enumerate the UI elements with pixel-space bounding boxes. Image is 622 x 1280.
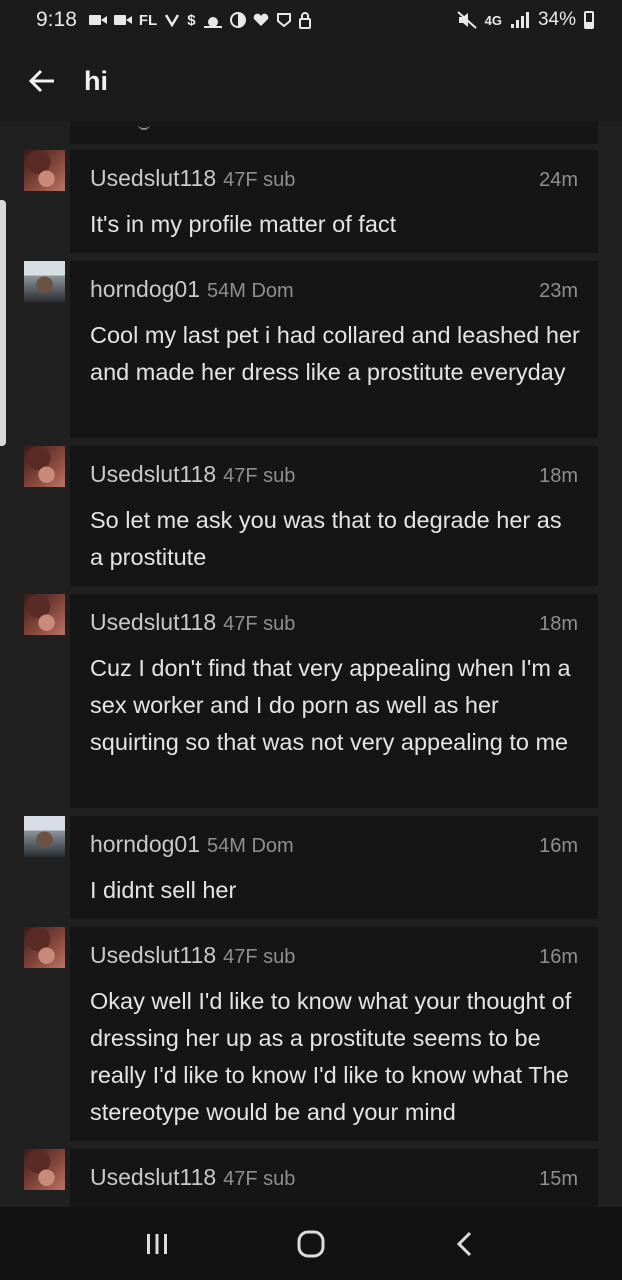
home-icon <box>297 1230 325 1257</box>
user-tag: 54M Dom <box>207 835 294 857</box>
video-icon <box>88 15 107 25</box>
app-bar: hi <box>0 40 622 122</box>
home-button[interactable] <box>281 1214 341 1274</box>
message-bubble: Usedslut118 47F sub 24m It's in my profi… <box>70 150 598 253</box>
username[interactable]: horndog01 <box>90 276 200 303</box>
carrier-label: FL <box>138 11 158 29</box>
heart-icon <box>253 13 268 26</box>
username[interactable]: Usedslut118 <box>90 461 216 488</box>
user-tag: 47F sub <box>223 465 296 487</box>
status-time: 9:18 <box>36 8 77 31</box>
weather-icon <box>203 17 222 28</box>
message-bubble: Usedslut118 47F sub 18m Cuz I don't find… <box>70 594 598 808</box>
message-time: 24m <box>539 169 578 191</box>
message-time: 23m <box>539 280 578 302</box>
nav-back-button[interactable] <box>435 1214 495 1274</box>
message-time: 18m <box>539 465 578 487</box>
female-avatar[interactable] <box>24 927 65 968</box>
arrow-left-icon <box>28 69 54 93</box>
battery-percent: 34% <box>537 9 576 30</box>
previous-message-fragment <box>70 122 598 144</box>
signal-icon <box>510 12 529 28</box>
lock-icon <box>298 12 311 29</box>
username[interactable]: Usedslut118 <box>90 1164 216 1191</box>
message-text: I didnt sell her <box>90 877 237 903</box>
battery-icon <box>584 11 594 29</box>
recent-apps-icon <box>147 1233 167 1254</box>
status-bar: 9:18 FL $ 4G 34% <box>0 0 622 40</box>
user-tag: 47F sub <box>223 613 296 635</box>
message-bubble: horndog01 54M Dom 16m I didnt sell her <box>70 816 598 919</box>
video-icon-2 <box>113 15 132 25</box>
message-bubble: horndog01 54M Dom 23m Cool my last pet i… <box>70 261 598 438</box>
male-avatar[interactable] <box>24 261 65 302</box>
user-tag: 47F sub <box>223 1168 296 1190</box>
message-bubble: Usedslut118 47F sub 16m Okay well I'd li… <box>70 927 598 1141</box>
username[interactable]: Usedslut118 <box>90 609 216 636</box>
message-bubble: Usedslut118 47F sub 15m <box>70 1149 598 1207</box>
message-text: So let me ask you was that to degrade he… <box>90 507 562 570</box>
conversation-title: hi <box>84 65 108 96</box>
female-avatar[interactable] <box>24 1149 65 1190</box>
username[interactable]: Usedslut118 <box>90 942 216 969</box>
system-status: 4G 34% <box>456 9 594 31</box>
female-avatar[interactable] <box>24 150 65 191</box>
user-tag: 54M Dom <box>207 280 294 302</box>
message-time: 15m <box>539 1168 578 1190</box>
username[interactable]: horndog01 <box>90 831 200 858</box>
message-text: Okay well I'd like to know what your tho… <box>90 988 572 1125</box>
message-time: 18m <box>539 613 578 635</box>
notification-icons: FL $ <box>88 11 311 29</box>
female-avatar[interactable] <box>24 446 65 487</box>
message-time: 16m <box>539 835 578 857</box>
message-bubble: Usedslut118 47F sub 18m So let me ask yo… <box>70 446 598 586</box>
message-text: Cuz I don't find that very appealing whe… <box>90 655 571 755</box>
user-tag: 47F sub <box>223 169 296 191</box>
female-avatar[interactable] <box>24 594 65 635</box>
network-type: 4G <box>484 12 502 28</box>
dollar-icon: $ <box>187 11 196 29</box>
message-list[interactable]: Usedslut118 47F sub 24m It's in my profi… <box>0 122 622 1207</box>
message-time: 16m <box>539 946 578 968</box>
message-text: It's in my profile matter of fact <box>90 211 397 237</box>
male-avatar[interactable] <box>24 816 65 857</box>
back-button[interactable] <box>26 65 58 97</box>
contrast-icon <box>229 12 246 28</box>
heart-shield-icon <box>165 14 180 27</box>
shield-icon <box>276 13 291 28</box>
message-text: Cool my last pet i had collared and leas… <box>90 322 580 385</box>
scroll-handle[interactable] <box>0 200 6 446</box>
username[interactable]: Usedslut118 <box>90 165 216 192</box>
recent-apps-button[interactable] <box>127 1214 187 1274</box>
back-icon <box>456 1231 472 1256</box>
user-tag: 47F sub <box>223 946 296 968</box>
system-nav-bar <box>0 1207 622 1280</box>
mute-icon <box>456 11 477 29</box>
